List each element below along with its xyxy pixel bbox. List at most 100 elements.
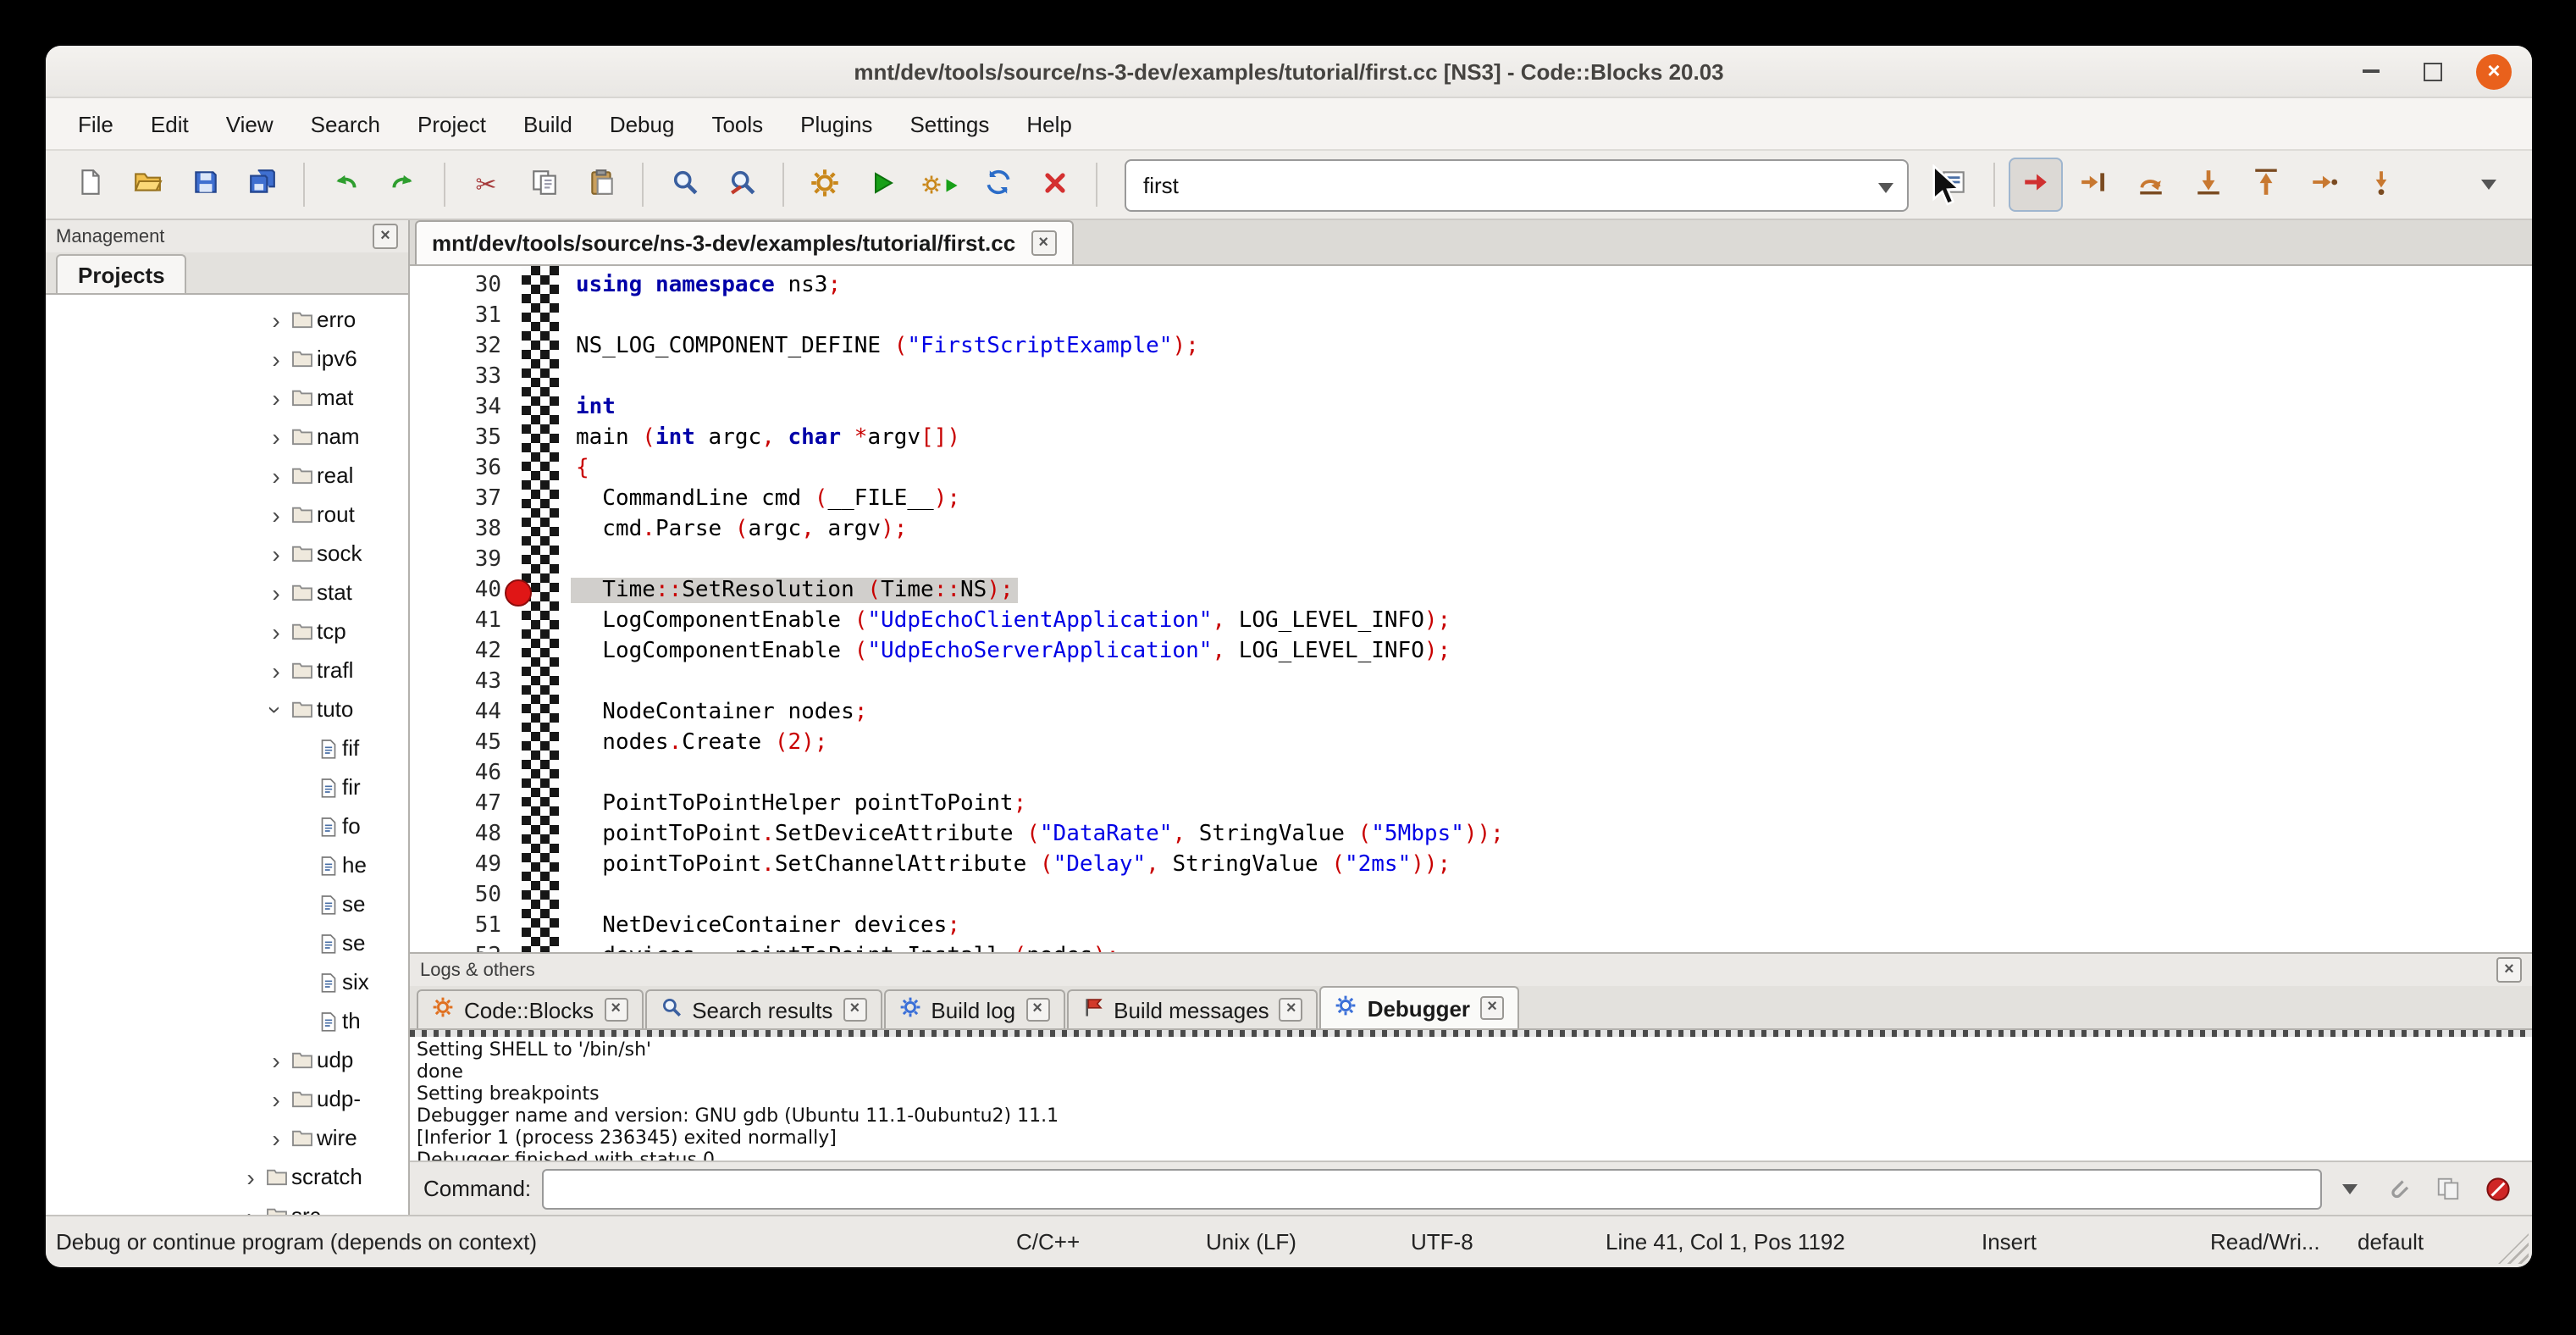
menu-plugins[interactable]: Plugins (782, 104, 891, 143)
close-log-tab-button[interactable] (1280, 998, 1303, 1022)
line-number[interactable]: 51 (410, 911, 501, 942)
tree-item-ipv6[interactable]: ›ipv6 (46, 339, 408, 378)
code-line-50[interactable]: 50 (410, 881, 2532, 911)
chevron-down-icon[interactable]: › (264, 697, 288, 721)
command-input[interactable] (541, 1168, 2322, 1209)
chevron-right-icon[interactable]: › (264, 307, 288, 331)
tree-item-trafl[interactable]: ›trafl (46, 651, 408, 690)
find-button[interactable] (657, 158, 711, 212)
line-number[interactable]: 33 (410, 363, 501, 393)
menu-file[interactable]: File (59, 104, 132, 143)
search-input[interactable] (1140, 170, 1878, 199)
line-number[interactable]: 52 (410, 942, 501, 952)
undo-button[interactable] (318, 158, 373, 212)
code-line-49[interactable]: 49 pointToPoint.SetChannelAttribute ("De… (410, 850, 2532, 881)
log-tab-debugger[interactable]: Debugger (1320, 986, 1519, 1028)
close-log-tab-button[interactable] (604, 998, 627, 1022)
chevron-down-icon[interactable] (1878, 172, 1893, 197)
breakpoint-marker[interactable] (505, 579, 532, 607)
tree-item-mat[interactable]: ›mat (46, 378, 408, 417)
code-line-34[interactable]: 34int (410, 393, 2532, 424)
line-number[interactable]: 31 (410, 302, 501, 332)
tree-item-th[interactable]: th (46, 1001, 408, 1040)
tree-item-udp-[interactable]: ›udp- (46, 1079, 408, 1118)
run-to-cursor-button[interactable] (2066, 158, 2120, 212)
code-line-35[interactable]: 35main (int argc, char *argv[]) (410, 424, 2532, 454)
tree-item-tcp[interactable]: ›tcp (46, 612, 408, 651)
close-log-tab-button[interactable] (843, 998, 866, 1022)
code-line-47[interactable]: 47 PointToPointHelper pointToPoint; (410, 789, 2532, 820)
line-number[interactable]: 35 (410, 424, 501, 454)
next-instruction-button[interactable] (2297, 158, 2351, 212)
tree-item-fo[interactable]: fo (46, 806, 408, 845)
tree-item-udp[interactable]: ›udp (46, 1040, 408, 1079)
line-number[interactable]: 30 (410, 271, 501, 302)
code-line-36[interactable]: 36{ (410, 454, 2532, 485)
line-number[interactable]: 39 (410, 546, 501, 576)
code-line-37[interactable]: 37 CommandLine cmd (__FILE__); (410, 485, 2532, 515)
toolbar-overflow-button[interactable] (2461, 158, 2515, 212)
run-button[interactable] (855, 158, 909, 212)
close-log-tab-button[interactable] (1025, 998, 1049, 1022)
code-line-52[interactable]: 52 devices = pointToPoint.Install (nodes… (410, 942, 2532, 952)
tree-item-fir[interactable]: fir (46, 767, 408, 806)
tree-item-six[interactable]: six (46, 962, 408, 1001)
menu-debug[interactable]: Debug (591, 104, 694, 143)
close-logs-button[interactable] (2496, 957, 2522, 983)
save-all-button[interactable] (235, 158, 290, 212)
line-number[interactable]: 47 (410, 789, 501, 820)
line-number[interactable]: 49 (410, 850, 501, 881)
open-file-button[interactable] (120, 158, 174, 212)
chevron-right-icon[interactable]: › (264, 658, 288, 682)
code-line-42[interactable]: 42 LogComponentEnable ("UdpEchoServerApp… (410, 637, 2532, 668)
code-line-32[interactable]: 32NS_LOG_COMPONENT_DEFINE ("FirstScriptE… (410, 332, 2532, 363)
menu-settings[interactable]: Settings (891, 104, 1008, 143)
code-line-38[interactable]: 38 cmd.Parse (argc, argv); (410, 515, 2532, 546)
redo-button[interactable] (376, 158, 430, 212)
build-and-run-button[interactable] (913, 158, 967, 212)
editor-tab-first-cc[interactable]: mnt/dev/tools/source/ns-3-dev/examples/t… (415, 220, 1073, 264)
menu-search[interactable]: Search (292, 104, 399, 143)
log-tab-build-messages[interactable]: Build messages (1066, 989, 1318, 1028)
code-line-33[interactable]: 33 (410, 363, 2532, 393)
new-file-button[interactable] (63, 158, 117, 212)
tree-item-sock[interactable]: ›sock (46, 534, 408, 573)
line-number[interactable]: 38 (410, 515, 501, 546)
build-button[interactable] (798, 158, 852, 212)
next-line-button[interactable] (2124, 158, 2178, 212)
chevron-right-icon[interactable]: › (264, 619, 288, 643)
code-line-39[interactable]: 39 (410, 546, 2532, 576)
chevron-right-icon[interactable]: › (264, 424, 288, 448)
menu-project[interactable]: Project (399, 104, 505, 143)
code-area[interactable]: 30using namespace ns3;3132NS_LOG_COMPONE… (410, 266, 2532, 952)
chevron-right-icon[interactable]: › (264, 346, 288, 370)
chevron-right-icon[interactable]: › (264, 502, 288, 526)
line-number[interactable]: 50 (410, 881, 501, 911)
code-line-31[interactable]: 31 (410, 302, 2532, 332)
chevron-right-icon[interactable]: › (264, 385, 288, 409)
tree-item-src[interactable]: ›src (46, 1196, 408, 1215)
tree-item-se[interactable]: se (46, 923, 408, 962)
close-editor-tab-button[interactable] (1031, 230, 1056, 256)
tree-item-scratch[interactable]: ›scratch (46, 1157, 408, 1196)
line-number[interactable]: 40 (410, 576, 501, 607)
stop-debugger-button[interactable] (2478, 1168, 2518, 1209)
close-log-tab-button[interactable] (1480, 996, 1504, 1020)
line-number[interactable]: 44 (410, 698, 501, 728)
copy-button[interactable] (517, 158, 571, 212)
tree-item-real[interactable]: ›real (46, 456, 408, 495)
search-combo[interactable] (1125, 158, 1909, 211)
code-line-45[interactable]: 45 nodes.Create (2); (410, 728, 2532, 759)
titlebar[interactable]: mnt/dev/tools/source/ns-3-dev/examples/t… (46, 46, 2532, 98)
minimize-button[interactable] (2354, 54, 2388, 88)
menu-build[interactable]: Build (505, 104, 591, 143)
replace-button[interactable] (715, 158, 769, 212)
code-line-46[interactable]: 46 (410, 759, 2532, 789)
attach-icon[interactable] (2376, 1168, 2417, 1209)
rebuild-button[interactable] (970, 158, 1025, 212)
tree-item-stat[interactable]: ›stat (46, 573, 408, 612)
chevron-right-icon[interactable]: › (239, 1204, 263, 1215)
line-number[interactable]: 48 (410, 820, 501, 850)
log-tab-search-results[interactable]: Search results (644, 989, 882, 1028)
command-dropdown-button[interactable] (2332, 1168, 2366, 1209)
